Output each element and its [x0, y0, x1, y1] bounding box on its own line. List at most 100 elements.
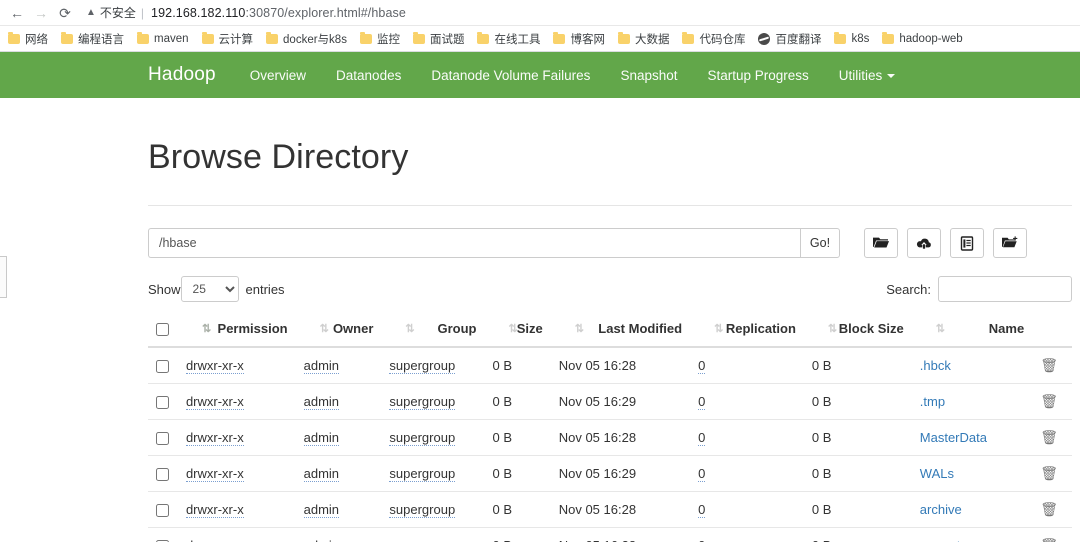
nav-item-snapshot[interactable]: Snapshot — [620, 68, 677, 83]
table-row[interactable]: drwxr-xr-x admin supergroup 0 B Nov 05 1… — [148, 527, 1072, 542]
nav-item-datanodes[interactable]: Datanodes — [336, 68, 401, 83]
group-link[interactable]: supergroup — [389, 466, 456, 483]
owner-link[interactable]: admin — [303, 538, 340, 542]
address-bar[interactable]: ▲ 不安全 | 192.168.182.110:30870/explorer.h… — [86, 3, 1074, 23]
file-name-link[interactable]: archive — [920, 502, 962, 517]
group-link[interactable]: supergroup — [389, 358, 456, 375]
trash-icon[interactable]: 🗑 — [1040, 393, 1058, 410]
owner-link[interactable]: admin — [303, 430, 340, 447]
file-name-link[interactable]: .tmp — [920, 394, 945, 409]
replication-link[interactable]: 0 — [698, 394, 706, 411]
bookmark-item[interactable]: 监控 — [359, 31, 400, 47]
table-row[interactable]: drwxr-xr-x admin supergroup 0 B Nov 05 1… — [148, 491, 1072, 529]
search-input[interactable] — [938, 276, 1072, 302]
table-row[interactable]: drwxr-xr-x admin supergroup 0 B Nov 05 1… — [148, 419, 1072, 457]
header-group[interactable]: ⇅ Group — [381, 314, 485, 349]
permission-link[interactable]: drwxr-xr-x — [185, 430, 244, 447]
row-checkbox[interactable] — [156, 468, 169, 482]
trash-icon[interactable]: 🗑 — [1040, 501, 1058, 518]
permission-link[interactable]: drwxr-xr-x — [185, 466, 244, 483]
header-size[interactable]: ⇅ Size — [484, 314, 551, 349]
row-checkbox[interactable] — [156, 432, 169, 446]
sort-icon[interactable]: ⇅ — [936, 322, 945, 335]
bookmark-item[interactable]: 大数据 — [617, 31, 669, 47]
bookmark-item[interactable]: 编程语言 — [61, 31, 124, 47]
bookmark-item[interactable]: 百度翻译 — [758, 31, 821, 47]
owner-link[interactable]: admin — [303, 502, 340, 519]
file-name-link[interactable]: WALs — [920, 466, 954, 481]
row-checkbox[interactable] — [156, 396, 169, 410]
bookmark-item[interactable]: k8s — [834, 31, 869, 45]
sort-icon[interactable]: ⇅ — [828, 322, 837, 335]
header-owner[interactable]: ⇅ Owner — [295, 314, 382, 349]
sort-icon[interactable]: ⇅ — [320, 322, 329, 335]
bookmark-item[interactable]: 面试题 — [412, 31, 464, 47]
owner-link[interactable]: admin — [303, 358, 340, 375]
cell-owner: admin — [295, 491, 382, 529]
sort-icon[interactable]: ⇅ — [405, 322, 414, 335]
replication-link[interactable]: 0 — [698, 466, 706, 483]
row-checkbox[interactable] — [156, 504, 169, 518]
file-name-link[interactable]: corrupt — [920, 538, 960, 542]
replication-link[interactable]: 0 — [698, 502, 706, 519]
bookmark-item[interactable]: 在线工具 — [477, 31, 540, 47]
header-last-modified[interactable]: ⇅ Last Modified — [550, 314, 691, 349]
permission-link[interactable]: drwxr-xr-x — [185, 538, 244, 542]
group-link[interactable]: supergroup — [389, 538, 456, 542]
trash-icon[interactable]: 🗑 — [1040, 465, 1058, 482]
header-block-size[interactable]: ⇅ Block Size — [803, 314, 912, 349]
nav-item-datanode-volume-failures[interactable]: Datanode Volume Failures — [431, 68, 590, 83]
sort-icon[interactable]: ⇅ — [575, 322, 584, 335]
select-all-checkbox[interactable] — [156, 323, 169, 337]
replication-link[interactable]: 0 — [698, 430, 706, 447]
permission-link[interactable]: drwxr-xr-x — [185, 358, 244, 375]
nav-item-overview[interactable]: Overview — [250, 68, 306, 83]
bookmark-item[interactable]: hadoop-web — [882, 31, 963, 45]
file-name-link[interactable]: .hbck — [920, 358, 951, 373]
path-input[interactable] — [148, 228, 800, 258]
nav-item-utilities[interactable]: Utilities — [839, 68, 896, 83]
row-checkbox[interactable] — [156, 360, 169, 374]
bookmark-item[interactable]: 网络 — [8, 31, 48, 47]
trash-icon[interactable]: 🗑 — [1040, 429, 1058, 446]
brand-logo[interactable]: Hadoop — [148, 64, 216, 86]
replication-link[interactable]: 0 — [698, 538, 706, 542]
header-name[interactable]: ⇅ Name — [911, 314, 1033, 349]
reload-icon[interactable]: ⟳ — [54, 2, 76, 24]
table-row[interactable]: drwxr-xr-x admin supergroup 0 B Nov 05 1… — [148, 455, 1072, 493]
permission-link[interactable]: drwxr-xr-x — [185, 394, 244, 411]
bookmark-item[interactable]: 博客网 — [553, 31, 605, 47]
owner-link[interactable]: admin — [303, 394, 340, 411]
open-folder-icon[interactable] — [864, 228, 898, 258]
permission-link[interactable]: drwxr-xr-x — [185, 502, 244, 519]
clipboard-list-icon[interactable] — [950, 228, 984, 258]
file-name-link[interactable]: MasterData — [920, 430, 987, 445]
group-link[interactable]: supergroup — [389, 430, 456, 447]
sort-icon[interactable]: ⇅ — [508, 322, 517, 335]
entries-select[interactable]: 25 50 100 — [180, 276, 239, 302]
header-permission[interactable]: ⇅ Permission — [177, 314, 296, 349]
bookmark-item[interactable]: 云计算 — [201, 31, 253, 47]
sort-icon[interactable]: ⇅ — [714, 322, 723, 335]
bookmark-item[interactable]: docker与k8s — [266, 31, 347, 47]
page-scroll-nub[interactable] — [0, 256, 7, 298]
group-link[interactable]: supergroup — [389, 502, 456, 519]
forward-arrow-icon[interactable]: → — [30, 2, 52, 24]
cloud-upload-icon[interactable] — [907, 228, 941, 258]
sort-icon[interactable]: ⇅ — [202, 322, 211, 335]
replication-link[interactable]: 0 — [698, 358, 706, 375]
trash-icon[interactable]: 🗑 — [1040, 357, 1058, 374]
cell-size: 0 B — [484, 419, 551, 457]
back-arrow-icon[interactable]: ← — [6, 2, 28, 24]
bookmark-item[interactable]: maven — [137, 31, 189, 45]
group-link[interactable]: supergroup — [389, 394, 456, 411]
table-row[interactable]: drwxr-xr-x admin supergroup 0 B Nov 05 1… — [148, 347, 1072, 385]
bookmark-item[interactable]: 代码仓库 — [682, 31, 745, 47]
table-row[interactable]: drwxr-xr-x admin supergroup 0 B Nov 05 1… — [148, 383, 1072, 421]
nav-item-startup-progress[interactable]: Startup Progress — [707, 68, 808, 83]
owner-link[interactable]: admin — [303, 466, 340, 483]
new-folder-icon[interactable] — [993, 228, 1027, 258]
header-replication[interactable]: ⇅ Replication — [690, 314, 804, 349]
go-button[interactable]: Go! — [800, 228, 840, 258]
trash-icon[interactable]: 🗑 — [1040, 537, 1058, 542]
